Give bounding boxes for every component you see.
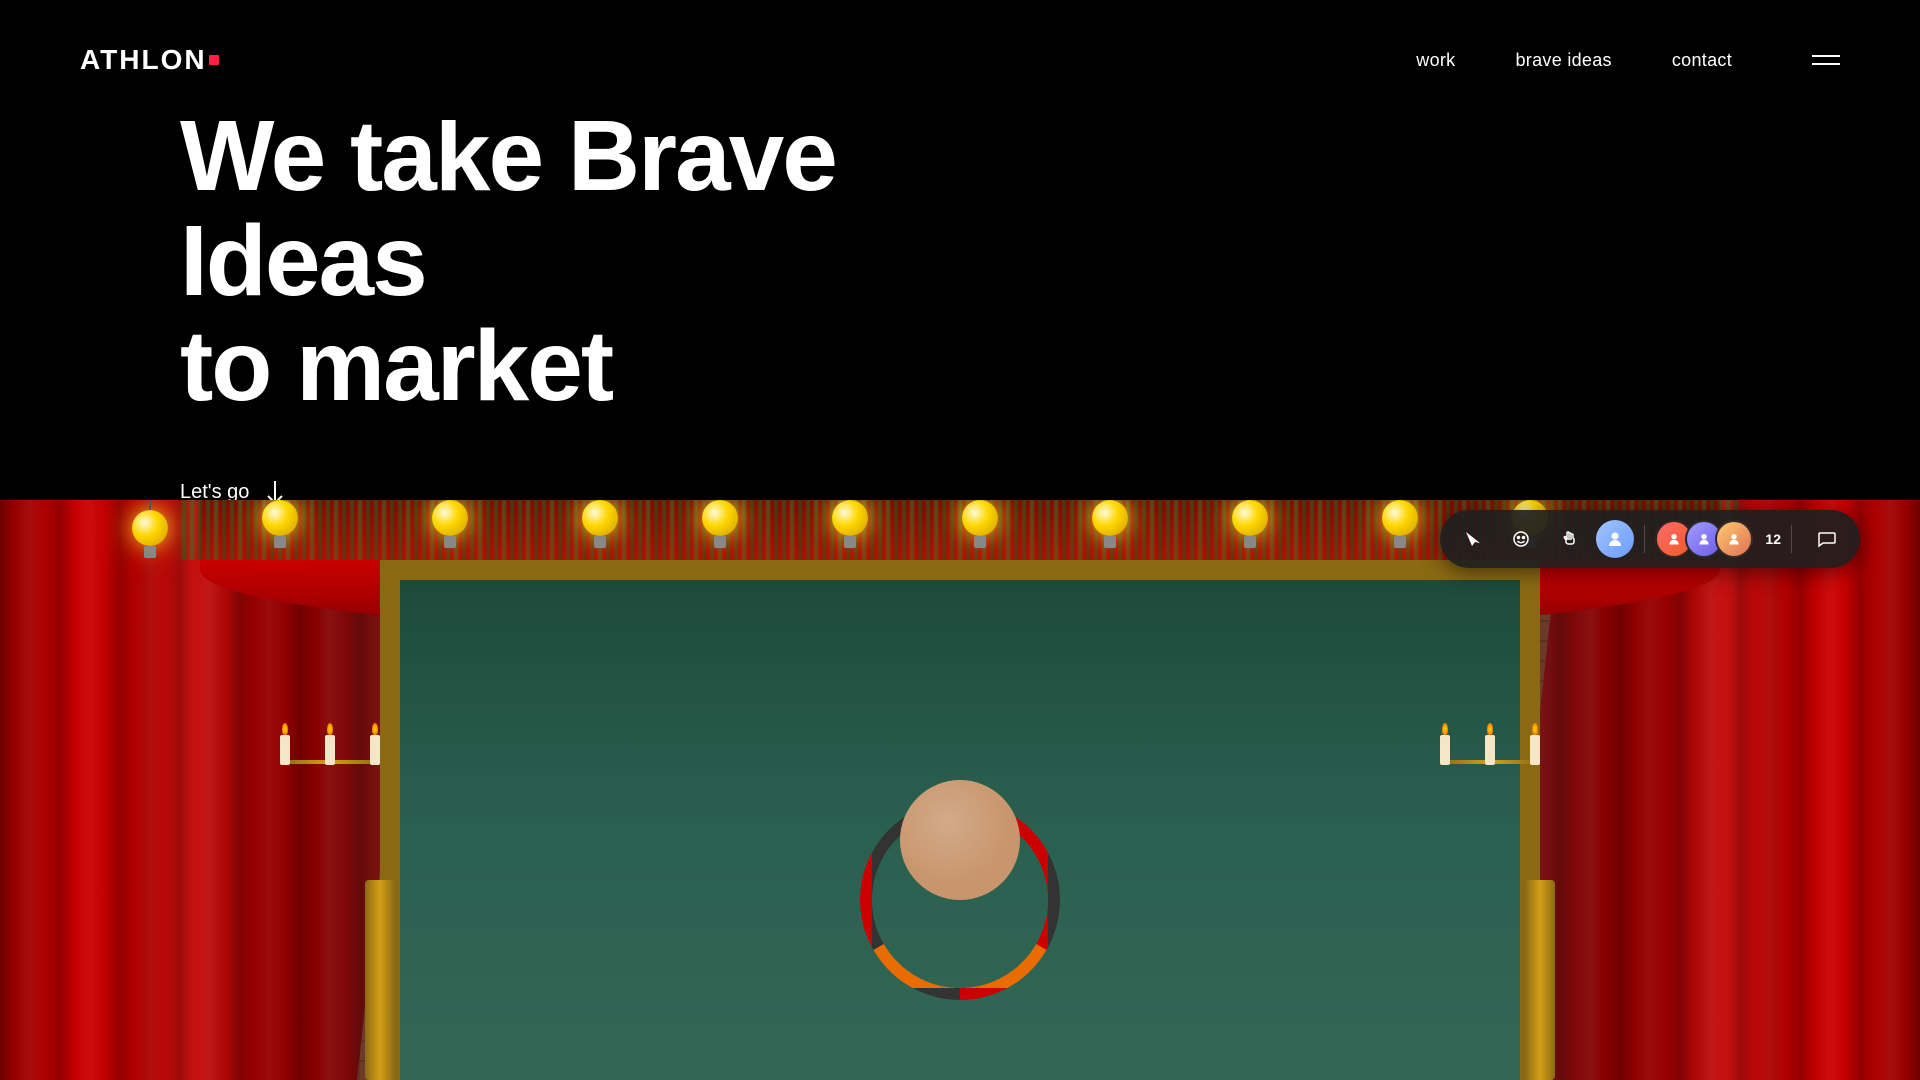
bulb-glass-6 (832, 500, 868, 536)
nav-item-work[interactable]: work (1416, 50, 1455, 71)
candelabra-right-arms (1440, 760, 1540, 764)
nav-item-brave-ideas[interactable]: brave ideas (1516, 50, 1612, 71)
bulb-9 (1230, 500, 1270, 550)
nav-link-work[interactable]: work (1416, 50, 1455, 70)
bulb-10 (1380, 500, 1420, 550)
hamburger-line-2 (1812, 63, 1840, 65)
bulb-base-8 (1104, 536, 1116, 548)
bulb-3 (430, 500, 470, 550)
nav-link-contact[interactable]: contact (1672, 50, 1732, 70)
nav-link-brave-ideas[interactable]: brave ideas (1516, 50, 1612, 70)
person-figure (860, 780, 1060, 1080)
logo[interactable]: ATHLON (80, 44, 219, 76)
bulb-base-3 (444, 536, 456, 548)
candle-right-1 (1440, 735, 1450, 765)
toolbar-divider (1644, 525, 1645, 553)
bulb-wire-1 (149, 500, 151, 510)
candle-flame-1 (282, 723, 288, 735)
candle-flame-5 (1487, 723, 1493, 735)
chat-button[interactable] (1806, 518, 1848, 560)
hero-title-line2: to market (180, 310, 612, 422)
bulb-base-7 (974, 536, 986, 548)
bulb-1 (130, 510, 170, 560)
candelabra-right (1480, 680, 1600, 1080)
candle-flame-4 (1442, 723, 1448, 735)
candelabra-right-base (1525, 880, 1555, 1080)
bulb-base-6 (844, 536, 856, 548)
bulb-7 (960, 500, 1000, 550)
bulb-base-5 (714, 536, 726, 548)
user-avatar-toolbar[interactable] (1596, 520, 1634, 558)
cursor-tool-button[interactable] (1452, 518, 1494, 560)
participant-count: 12 (1765, 531, 1781, 547)
candle-flame-2 (327, 723, 333, 735)
candle-right-2 (1485, 735, 1495, 765)
bulb-5 (700, 500, 740, 550)
bulb-8 (1090, 500, 1130, 550)
bulb-glass-9 (1232, 500, 1268, 536)
nav-links: work brave ideas contact (1416, 50, 1732, 71)
hamburger-line-1 (1812, 55, 1840, 57)
hero-title: We take Brave Ideas to market (180, 104, 1030, 419)
hamburger-menu-icon[interactable] (1812, 55, 1840, 65)
bulb-6 (830, 500, 870, 550)
bulb-4 (580, 500, 620, 550)
participant-avatars (1655, 520, 1753, 558)
toolbar-overlay: 12 (1440, 510, 1860, 568)
theater-scene (0, 500, 1920, 1080)
candle-flame-6 (1532, 723, 1538, 735)
participant-avatar-3 (1715, 520, 1753, 558)
candle-flame-3 (372, 723, 378, 735)
bulb-glass-5 (702, 500, 738, 536)
candle-left-2 (325, 735, 335, 765)
candle-left-3 (370, 735, 380, 765)
bulb-glass-7 (962, 500, 998, 536)
bulb-glass-10 (1382, 500, 1418, 536)
emoji-tool-button[interactable] (1500, 518, 1542, 560)
bulb-glass-8 (1092, 500, 1128, 536)
candelabra-left-arms (280, 760, 380, 764)
bulb-2 (260, 500, 300, 550)
candle-right-3 (1530, 735, 1540, 765)
bulb-base-4 (594, 536, 606, 548)
bulb-base-2 (274, 536, 286, 548)
hand-tool-button[interactable] (1548, 518, 1590, 560)
bulb-base-1 (144, 546, 156, 558)
candelabra-left (320, 680, 440, 1080)
bulb-glass-1 (132, 510, 168, 546)
hero-title-line1: We take Brave Ideas (180, 100, 836, 317)
nav-item-contact[interactable]: contact (1672, 50, 1732, 71)
candelabra-left-base (365, 880, 395, 1080)
bulb-glass-2 (262, 500, 298, 536)
person-head (900, 780, 1020, 900)
bulb-base-10 (1394, 536, 1406, 548)
logo-dot (209, 55, 219, 65)
hero-image-section (0, 500, 1920, 1080)
candle-left-1 (280, 735, 290, 765)
navbar: ATHLON work brave ideas contact (0, 0, 1920, 120)
logo-text: ATHLON (80, 44, 207, 76)
bulb-base-9 (1244, 536, 1256, 548)
toolbar-divider-2 (1791, 525, 1792, 553)
bulb-glass-3 (432, 500, 468, 536)
bulb-glass-4 (582, 500, 618, 536)
